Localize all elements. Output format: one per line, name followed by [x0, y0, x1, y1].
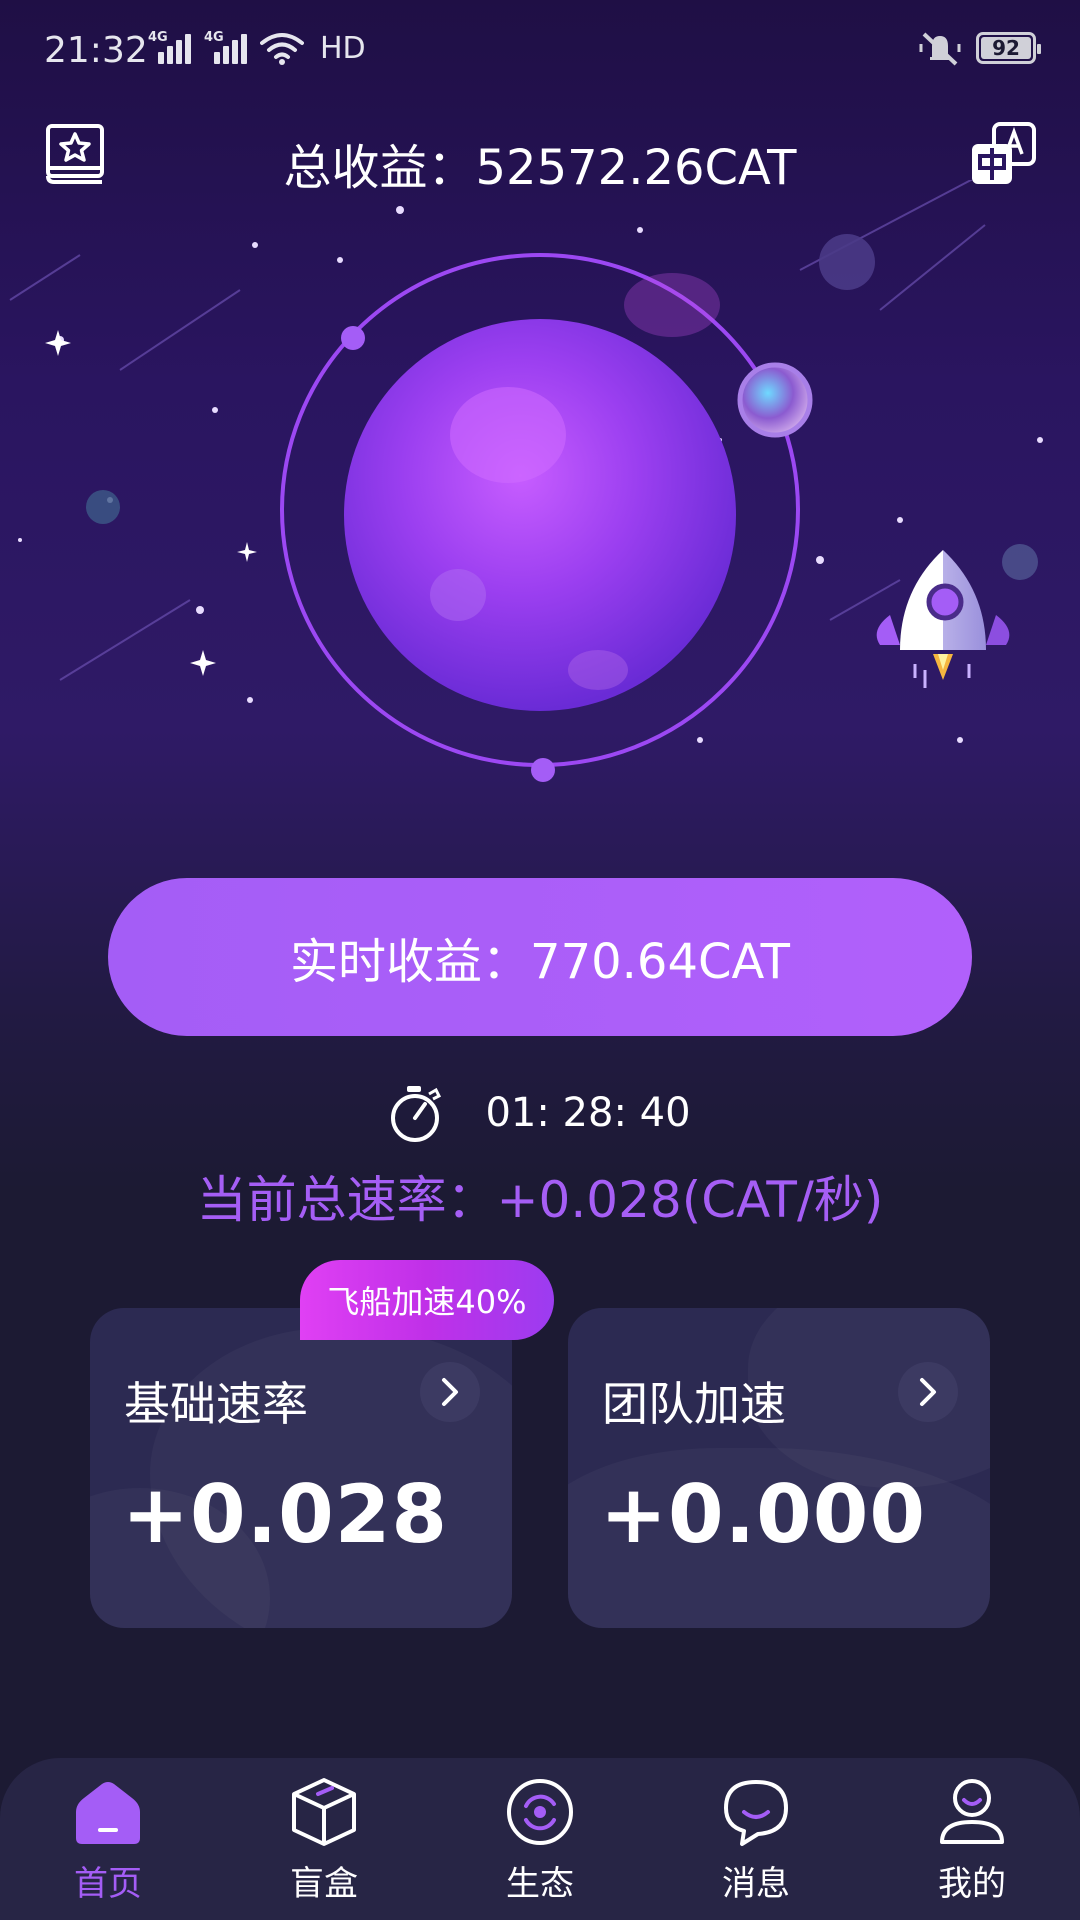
team-boost-card[interactable]: 团队加速 +0.000 [568, 1308, 990, 1628]
countdown-timer: 01: 28: 40 [485, 1090, 691, 1136]
app-root: 21:32 4G 4G HD 92 总收益：52572.26CAT 实时收益：7… [0, 0, 1080, 1920]
current-total-rate: 当前总速率：+0.028(CAT/秒) [196, 1171, 884, 1229]
nav-label: 盲盒 [290, 1864, 358, 1904]
nav-label: 首页 [74, 1864, 142, 1904]
nav-item-blind-box[interactable]: 盲盒 [254, 1776, 394, 1916]
bottom-nav: 首页 盲盒 生态 消息 我的 [0, 1758, 1080, 1920]
chevron-right-icon[interactable] [898, 1362, 958, 1422]
ship-boost-badge: 飞船加速40% [300, 1260, 554, 1340]
nav-label: 我的 [938, 1864, 1006, 1904]
nav-item-home[interactable]: 首页 [38, 1776, 178, 1916]
ecology-icon [507, 1779, 573, 1845]
card-title: 团队加速 [602, 1377, 786, 1431]
chevron-right-icon[interactable] [420, 1362, 480, 1422]
box-icon [292, 1778, 356, 1846]
nav-item-messages[interactable]: 消息 [686, 1776, 826, 1916]
nav-label: 生态 [506, 1864, 574, 1904]
signal-icon: 4G [148, 30, 192, 66]
stopwatch-icon [391, 1086, 442, 1142]
card-title: 基础速率 [124, 1377, 308, 1431]
profile-icon [940, 1779, 1004, 1844]
nav-label: 消息 [722, 1864, 790, 1904]
language-translate-icon[interactable] [970, 122, 1036, 188]
status-right: 92 [918, 30, 1041, 66]
space-illustration [9, 180, 1043, 782]
nav-item-ecology[interactable]: 生态 [470, 1776, 610, 1916]
status-icons: 4G 4G HD [148, 30, 366, 66]
hd-indicator: HD [320, 30, 366, 66]
card-value: +0.028 [122, 1468, 449, 1561]
status-bar: 21:32 4G 4G HD 92 [0, 0, 1080, 104]
home-icon [76, 1782, 140, 1844]
mute-vibrate-icon [919, 32, 961, 66]
realtime-earnings-button[interactable]: 实时收益：770.64CAT [108, 878, 972, 1036]
message-icon [724, 1780, 788, 1846]
card-value: +0.000 [600, 1468, 927, 1561]
status-time: 21:32 [44, 30, 148, 71]
signal-icon: 4G [204, 30, 248, 66]
rocket-icon [876, 550, 1010, 688]
base-rate-card[interactable]: 基础速率 +0.028 [90, 1308, 512, 1628]
battery-indicator: 92 [976, 32, 1041, 64]
wifi-icon [260, 33, 304, 65]
timer-row: 01: 28: 40 [0, 1080, 1080, 1146]
nav-item-profile[interactable]: 我的 [902, 1776, 1042, 1916]
